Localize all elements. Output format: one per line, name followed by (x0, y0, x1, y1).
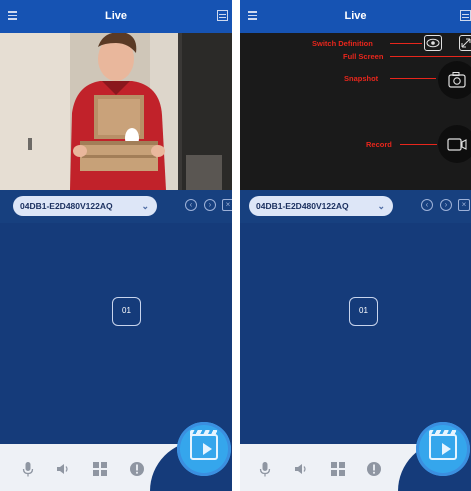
channel-button[interactable]: 01 (349, 297, 378, 326)
annotation-full-screen: Full Screen (343, 52, 384, 61)
device-selector[interactable]: 04DB1-E2D480V122AQ ⌄ (13, 196, 157, 216)
speaker-icon[interactable] (293, 461, 309, 477)
top-bar: Live (0, 0, 232, 33)
live-video-feed[interactable] (0, 33, 232, 190)
annotation-snapshot: Snapshot (344, 74, 379, 83)
live-video-feed[interactable]: Switch Definition Full Screen Snapshot R… (240, 33, 471, 190)
record-button[interactable] (438, 125, 471, 163)
top-bar: Live (240, 0, 471, 33)
layout-icon[interactable] (217, 10, 228, 21)
eye-icon[interactable] (424, 35, 442, 51)
video-record-icon (447, 138, 467, 151)
arrow-left-icon[interactable]: ‹ (421, 199, 433, 211)
grid-icon[interactable] (92, 461, 108, 477)
alert-icon[interactable] (366, 461, 382, 477)
alert-icon[interactable] (129, 461, 145, 477)
arrow-right-icon[interactable]: › (204, 199, 216, 211)
camera-image (0, 33, 232, 190)
device-name: 04DB1-E2D480V122AQ (20, 201, 113, 211)
fullscreen-icon[interactable] (459, 35, 471, 51)
playback-button[interactable] (177, 422, 231, 476)
playback-button[interactable] (416, 422, 470, 476)
channel-button[interactable]: 01 (112, 297, 141, 326)
mic-icon[interactable] (257, 461, 273, 477)
layout-icon[interactable] (460, 10, 471, 21)
device-selector[interactable]: 04DB1-E2D480V122AQ ⌄ (249, 196, 393, 216)
close-icon[interactable]: × (222, 199, 232, 211)
annotation-record: Record (366, 140, 392, 149)
close-icon[interactable]: × (458, 199, 470, 211)
arrow-right-icon[interactable]: › (440, 199, 452, 211)
chevron-down-icon: ⌄ (141, 201, 149, 211)
divider (232, 0, 240, 491)
device-name: 04DB1-E2D480V122AQ (256, 201, 349, 211)
speaker-icon[interactable] (55, 461, 71, 477)
live-screen-right: Live Switch Definition Full Screen Snaps… (240, 0, 471, 491)
device-bar: 04DB1-E2D480V122AQ ⌄ ‹ › × (240, 190, 471, 223)
page-title: Live (104, 10, 127, 22)
device-bar: 04DB1-E2D480V122AQ ⌄ ‹ › × (0, 190, 232, 223)
mic-icon[interactable] (20, 461, 36, 477)
annotation-switch-definition: Switch Definition (312, 39, 373, 48)
live-screen-left: Live 04DB1-E2D480V122AQ ⌄ ‹ › × 01 (0, 0, 232, 491)
chevron-down-icon: ⌄ (377, 201, 385, 211)
page-title: Live (344, 10, 367, 22)
snapshot-button[interactable] (438, 61, 471, 99)
grid-icon[interactable] (330, 461, 346, 477)
arrow-left-icon[interactable]: ‹ (185, 199, 197, 211)
camera-icon (448, 72, 466, 88)
